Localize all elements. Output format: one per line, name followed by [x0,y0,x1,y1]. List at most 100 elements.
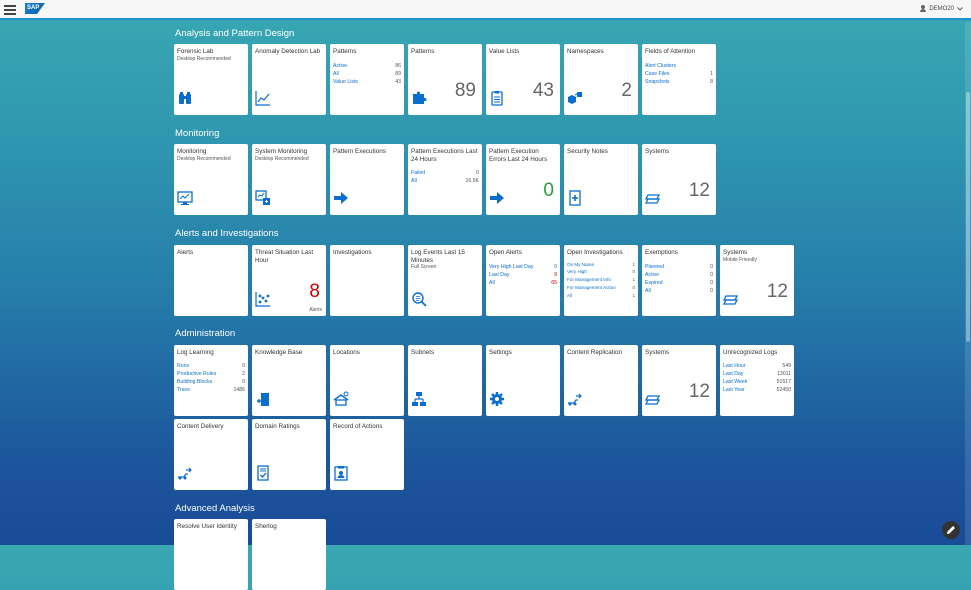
replication-icon [568,393,582,406]
tile-title: Systems [723,249,748,256]
list-item[interactable]: For Management Action 0 [567,284,635,292]
list-item[interactable]: Alert Clusters [645,62,713,70]
tile-threat-situation[interactable]: Threat Situation Last Hour 8 Alerts [252,245,326,316]
tile-anomaly-detection-lab[interactable]: Anomaly Detection Lab [252,44,326,115]
tile-open-investigations[interactable]: Open Investigations On My Name 1 Very Hig… [564,245,638,316]
tile-title: Unrecognized Logs [723,349,778,356]
tile-systems[interactable]: Systems 12 [642,144,716,215]
list-item[interactable]: Expired 0 [645,279,713,287]
list-item[interactable]: All 89 [333,70,401,78]
list-item[interactable]: All 0 [645,287,713,295]
tile-fields-of-attention[interactable]: Fields of Attention Alert Clusters Case … [642,44,716,115]
list-item[interactable]: Last Year 52450 [723,386,791,394]
tile-domain-ratings[interactable]: Domain Ratings [252,419,326,490]
list-item[interactable]: Value Lists 43 [333,78,401,86]
tile-title: Resolve User Identity [177,523,237,530]
list-item[interactable]: Planned 0 [645,263,713,271]
tile-patterns[interactable]: Patterns 89 [408,44,482,115]
list-item[interactable]: Failed 0 [411,169,479,177]
tile-subtitle: Desktop Recommended [255,155,309,162]
group-title-advanced: Advanced Analysis [175,503,255,514]
scrollbar-thumb[interactable] [966,92,970,342]
tile-settings[interactable]: Settings [486,345,560,416]
scatter-icon [255,292,270,307]
list-item[interactable]: Active 86 [333,62,401,70]
tile-title: Threat Situation Last Hour [255,249,314,264]
tile-title: Monitoring [177,148,207,155]
monitor-icon [177,191,193,205]
tile-locations[interactable]: Locations [330,345,404,416]
list-item[interactable]: Case Files 1 [645,70,713,78]
tile-number: 2 [621,80,632,101]
list-item[interactable]: Trace 1486 [177,386,245,394]
list-item[interactable]: All 16.5K [411,177,479,185]
tile-title: Content Delivery [177,423,224,430]
tile-pattern-executions-24h[interactable]: Pattern Executions Last 24 Hours Failed 0… [408,144,482,215]
tile-patterns-list[interactable]: Patterns Active 86 All 89 Value Lists 43 [330,44,404,115]
namespaces-icon [568,92,582,104]
list-item[interactable]: Snapshots 8 [645,78,713,86]
tile-systems-admin[interactable]: Systems 12 [642,345,716,416]
list-item[interactable]: Last Hour 549 [723,362,791,370]
tile-pattern-executions[interactable]: Pattern Executions [330,144,404,215]
tile-title: Anomaly Detection Lab [255,48,321,55]
tile-content-replication[interactable]: Content Replication [564,345,638,416]
tile-title: Knowledge Base [255,349,303,356]
tile-unrecognized-logs[interactable]: Unrecognized Logs Last Hour 549 Last Day 1… [720,345,794,416]
list-item[interactable]: On My Name 1 [567,261,635,269]
tile-monitoring[interactable]: Monitoring Desktop Recommended [174,144,248,215]
tile-log-events[interactable]: Log Events Last 15 Minutes Full Screen [408,245,482,316]
menu-icon[interactable] [4,3,16,15]
tile-pattern-execution-errors[interactable]: Pattern Execution Errors Last 24 Hours 0 [486,144,560,215]
tile-namespaces[interactable]: Namespaces 2 [564,44,638,115]
tile-title: Open Investigations [567,249,623,256]
tile-investigations[interactable]: Investigations [330,245,404,316]
tile-exemptions[interactable]: Exemptions Planned 0 Active 0 Expired 0 All… [642,245,716,316]
tile-content-delivery[interactable]: Content Delivery [174,419,248,490]
list-item[interactable]: Productive Rules 2 [177,370,245,378]
scrollbar[interactable] [965,22,971,545]
tile-system-monitoring[interactable]: System Monitoring Desktop Recommended [252,144,326,215]
tile-systems-mobile[interactable]: Systems Mobile Friendly 12 [720,245,794,316]
group-title-alerts: Alerts and Investigations [175,228,279,239]
tile-title: Investigations [333,249,372,256]
tile-title: System Monitoring [255,148,308,155]
tile-sherlog[interactable]: Sherlog [252,519,326,590]
notes-icon [569,190,581,206]
clipboard-icon [491,91,503,106]
list-item[interactable]: Building Blocks 0 [177,378,245,386]
list-item[interactable]: Last Day 9 [489,271,557,279]
tile-value-lists[interactable]: Value Lists 43 [486,44,560,115]
list-item[interactable]: Last Day 13011 [723,370,791,378]
list-item[interactable]: All 65 [489,279,557,287]
systems-icon [645,395,661,405]
tile-title: Pattern Executions [333,148,386,155]
tile-title: Systems [645,349,670,356]
tile-record-of-actions[interactable]: Record of Actions [330,419,404,490]
tile-security-notes[interactable]: Security Notes [564,144,638,215]
list-item[interactable]: For Management Info 1 [567,276,635,284]
list-item[interactable]: Last Week 51517 [723,378,791,386]
tile-open-alerts[interactable]: Open Alerts Very High Last Day 0 Last Day… [486,245,560,316]
user-icon [920,5,927,12]
list-item[interactable]: Very High Last Day 0 [489,263,557,271]
binoculars-icon [179,92,191,104]
tile-log-learning[interactable]: Log Learning Runs 0 Productive Rules 2 Bui… [174,345,248,416]
tile-title: Alerts [177,249,194,256]
document-check-icon [257,465,269,481]
user-menu[interactable]: DEMO20 [920,5,963,12]
tile-forensic-lab[interactable]: Forensic Lab Desktop Recommended [174,44,248,115]
list-item[interactable]: All 1 [567,292,635,300]
tile-number: 12 [688,180,710,201]
username: DEMO20 [929,5,954,12]
tile-title: Log Learning [177,349,214,356]
tile-subnets[interactable]: Subnets [408,345,482,416]
list-item[interactable]: Very High 0 [567,268,635,276]
tile-alerts[interactable]: Alerts [174,245,248,316]
list-item[interactable]: Active 0 [645,271,713,279]
edit-home-button[interactable] [942,521,960,539]
tile-resolve-user-identity[interactable]: Resolve User Identity [174,519,248,590]
tile-knowledge-base[interactable]: Knowledge Base [252,345,326,416]
tile-title: Record of Actions [333,423,383,430]
list-item[interactable]: Runs 0 [177,362,245,370]
